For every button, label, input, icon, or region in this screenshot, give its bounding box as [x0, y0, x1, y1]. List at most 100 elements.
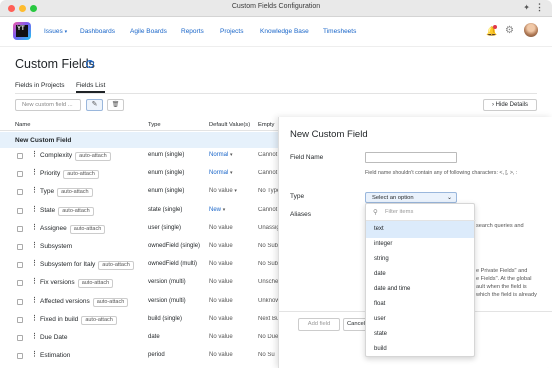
row-checkbox[interactable] [17, 316, 23, 323]
table-row[interactable]: ⋮ Type auto-attach enum (single) No value ▾ N… [0, 185, 280, 203]
field-name: State [40, 206, 56, 214]
table-row[interactable]: ⋮ Subsystem for Italy auto-attach ownedFiel… [0, 258, 280, 276]
extensions-icon[interactable]: ✦ [523, 3, 530, 12]
edit-button[interactable]: ✎ [86, 99, 103, 111]
gear-icon[interactable]: ⚙ [505, 25, 514, 36]
default-value: No value [209, 243, 233, 249]
page-title: Custom Fields [15, 57, 95, 71]
field-type-cell: ownedField (multi) [148, 261, 198, 268]
nav-agile-boards[interactable]: Agile Boards [130, 28, 167, 35]
table-row[interactable]: ⋮ Due Date date No value No Due [0, 331, 280, 349]
drag-handle-icon[interactable]: ⋮ [31, 296, 38, 304]
row-checkbox[interactable] [17, 207, 23, 214]
field-name-cell: State auto-attach [40, 206, 94, 216]
row-checkbox[interactable] [17, 244, 23, 250]
add-field-button[interactable]: Add field [298, 318, 340, 331]
cancel-button[interactable]: Cancel [343, 318, 367, 331]
drag-handle-icon[interactable]: ⋮ [31, 332, 38, 340]
avatar[interactable] [524, 23, 538, 37]
row-checkbox[interactable] [17, 280, 23, 287]
help-icon[interactable]: ? [86, 60, 94, 68]
drag-handle-icon[interactable]: ⋮ [31, 259, 38, 267]
row-checkbox[interactable] [17, 353, 23, 360]
tab-fields-list[interactable]: Fields List [76, 82, 106, 93]
drag-handle-icon[interactable]: ⋮ [31, 223, 38, 231]
field-type-cell: state (single) [148, 206, 183, 213]
new-field-row[interactable]: New Custom Field [0, 132, 280, 148]
auto-attach-badge: auto-attach [63, 170, 99, 180]
field-name: Assignee [40, 224, 67, 232]
field-name: Priority [40, 170, 61, 178]
hide-details-button[interactable]: › Hide Details [483, 99, 537, 111]
row-checkbox[interactable] [17, 153, 23, 159]
table-row[interactable]: ⋮ State auto-attach state (single) New ▾ Cann… [0, 204, 280, 222]
default-value-cell[interactable]: New ▾ [209, 207, 225, 213]
tab-fields-in-projects[interactable]: Fields in Projects [15, 82, 65, 89]
empty-value-cell: No Type [258, 188, 280, 195]
drag-handle-icon[interactable]: ⋮ [31, 186, 38, 194]
row-checkbox[interactable] [17, 298, 23, 305]
default-value-cell[interactable]: Normal ▾ [209, 170, 233, 176]
panel-help-text-1: search queries and [476, 223, 524, 229]
auto-attach-badge: auto-attach [75, 152, 111, 161]
row-checkbox[interactable] [17, 189, 23, 196]
table-row[interactable]: ⋮ Assignee auto-attach user (single) No valu… [0, 222, 280, 240]
table-row[interactable]: ⋮ Priority auto-attach enum (single) Normal … [0, 167, 280, 185]
drag-handle-icon[interactable]: ⋮ [31, 350, 38, 358]
nav-timesheets[interactable]: Timesheets [323, 28, 356, 35]
row-checkbox[interactable] [17, 225, 23, 232]
empty-value-cell: Next Build [258, 315, 280, 322]
delete-button[interactable]: 🗑 [107, 99, 124, 111]
field-name-input[interactable] [365, 152, 457, 163]
drag-handle-icon[interactable]: ⋮ [31, 314, 38, 322]
default-value: No value [209, 279, 233, 286]
empty-value-cell: No Due [258, 334, 279, 340]
chevron-down-icon: ▾ [222, 206, 226, 213]
row-checkbox[interactable] [17, 335, 23, 341]
table-row[interactable]: ⋮ Complexity auto-attach enum (single) Norma… [0, 149, 280, 167]
drag-handle-icon[interactable]: ⋮ [31, 277, 38, 285]
youtrack-logo[interactable]: YT [13, 22, 31, 40]
more-menu-icon[interactable]: ⋮ [535, 2, 544, 13]
type-select[interactable]: Select an option ⌄ [365, 192, 457, 203]
field-type-cell: user (single) [148, 224, 182, 231]
column-header-empty[interactable]: Empty [258, 122, 274, 128]
field-name-cell: Subsystem for Italy auto-attach [40, 261, 134, 271]
table-row[interactable]: ⋮ Affected versions auto-attach version (mu… [0, 295, 280, 313]
trash-icon: 🗑 [111, 102, 120, 108]
row-checkbox[interactable] [17, 171, 23, 178]
nav-projects[interactable]: Projects [220, 28, 243, 35]
table-row[interactable]: ⋮ Estimation period No value No Su [0, 349, 280, 367]
field-name-cell: Affected versions auto-attach [40, 297, 129, 307]
field-name-cell: Complexity auto-attach [40, 152, 111, 161]
table-row[interactable]: ⋮ Fix versions auto-attach version (multi) N… [0, 276, 280, 294]
column-header-default[interactable]: Default Value(s) [209, 122, 250, 128]
field-name-label: Field Name [290, 154, 324, 161]
new-custom-field-input[interactable]: New custom field ... [15, 99, 81, 111]
default-value: No value [209, 224, 233, 231]
dropdown-option-build[interactable]: build [366, 341, 474, 358]
column-header-type[interactable]: Type [148, 122, 161, 128]
row-checkbox[interactable] [17, 262, 23, 269]
default-value-cell[interactable]: No value ▾ [209, 188, 237, 194]
panel-title: New Custom Field [290, 129, 368, 140]
default-value-cell[interactable]: Normal ▾ [209, 152, 233, 158]
drag-handle-icon[interactable]: ⋮ [31, 241, 38, 249]
nav-reports[interactable]: Reports [181, 28, 204, 35]
table-row[interactable]: ⋮ Fixed in build auto-attach build (single)… [0, 313, 280, 331]
empty-value-cell: Unscheduled [258, 279, 280, 286]
nav-issues[interactable]: Issues ▾ [44, 28, 67, 35]
drag-handle-icon[interactable]: ⋮ [31, 205, 38, 213]
field-name-cell: Subsystem [40, 243, 72, 250]
drag-handle-icon[interactable]: ⋮ [31, 150, 38, 158]
title-bar: Custom Fields Configuration ✦ ⋮ [0, 0, 552, 17]
filter-items-input[interactable]: ⚲ Filter items [366, 204, 476, 221]
drag-handle-icon[interactable]: ⋮ [31, 168, 38, 176]
table-row[interactable]: ⋮ Subsystem ownedField (single) No value No … [0, 240, 280, 258]
nav-dashboards[interactable]: Dashboards [80, 28, 115, 35]
aliases-label: Aliases [290, 211, 311, 218]
pencil-icon: ✎ [91, 101, 98, 108]
column-header-name[interactable]: Name [15, 122, 30, 128]
default-value: No value [209, 315, 233, 322]
nav-knowledge-base[interactable]: Knowledge Base [260, 28, 309, 35]
